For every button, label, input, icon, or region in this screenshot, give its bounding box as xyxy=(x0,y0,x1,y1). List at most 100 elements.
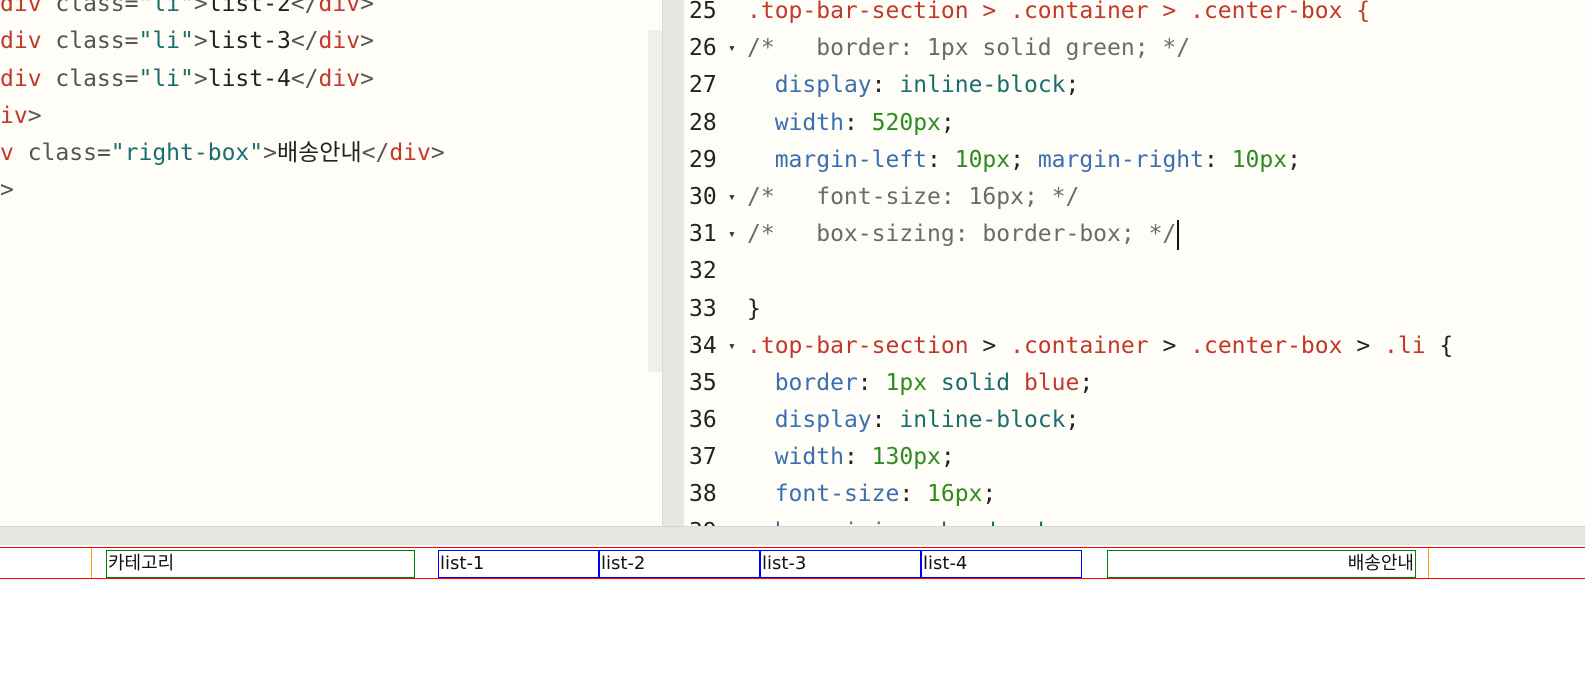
code-token: ; xyxy=(1065,407,1080,434)
line-number: 30 xyxy=(689,183,717,210)
code-token: } xyxy=(747,295,761,322)
code-token: </ xyxy=(290,65,319,92)
line-number: 28 xyxy=(689,109,717,136)
code-token: 10px xyxy=(954,146,1011,173)
html-code-line[interactable]: div class="li">list-4</div> xyxy=(0,61,445,98)
code-token: list-2 xyxy=(207,0,291,17)
line-number: 35 xyxy=(689,369,717,396)
code-token: : xyxy=(1204,146,1232,173)
code-token: .center-box xyxy=(1190,332,1343,359)
line-number: 33 xyxy=(689,295,717,322)
code-token: solid xyxy=(927,369,1024,396)
code-token: div xyxy=(0,0,42,17)
code-token: : xyxy=(927,146,955,173)
code-text: box-sizing: border-box; xyxy=(747,514,1094,526)
code-token: /* font-size: 16px; */ xyxy=(747,183,1080,210)
line-number: 31 xyxy=(689,221,717,248)
code-text: font-size: 16px; xyxy=(747,476,997,513)
fold-toggle-icon[interactable]: ▾ xyxy=(728,328,742,365)
code-text: margin-left: 10px; margin-right: 10px; xyxy=(747,142,1301,179)
html-code-line[interactable]: > xyxy=(0,172,445,209)
code-token: > xyxy=(263,140,277,167)
vertical-pane-splitter[interactable] xyxy=(662,0,684,526)
line-number: 27 xyxy=(689,72,717,99)
code-token: .li xyxy=(1384,332,1426,359)
horizontal-pane-splitter[interactable] xyxy=(0,526,1585,545)
code-token: div xyxy=(0,65,42,92)
code-token: display xyxy=(774,407,872,434)
code-token: ; xyxy=(1079,519,1093,526)
code-token: : xyxy=(871,407,900,434)
code-token: ; xyxy=(1010,146,1038,173)
code-text: width: 130px; xyxy=(747,439,955,476)
code-token: class= xyxy=(41,0,139,17)
code-token: ; xyxy=(940,444,955,471)
code-token: class= xyxy=(13,140,111,167)
code-token: > xyxy=(27,102,42,129)
code-token: 배송안내 xyxy=(276,140,362,167)
code-playground: div class="li">list-2</div> div class="li… xyxy=(0,0,1585,677)
line-number: 26 xyxy=(689,35,717,62)
code-token: margin-left xyxy=(774,146,928,173)
fold-toggle-icon[interactable]: ▾ xyxy=(728,216,742,253)
code-token: /* box-sizing: border-box; */ xyxy=(747,221,1177,248)
code-token: iv xyxy=(0,102,28,129)
code-token: margin-right xyxy=(1037,146,1204,173)
code-token: > xyxy=(1148,332,1191,359)
code-text: display: inline-block; xyxy=(747,67,1080,104)
line-number: 32 xyxy=(689,258,717,285)
code-token: > xyxy=(360,0,374,17)
code-token: class= xyxy=(41,65,139,92)
html-editor-scrollbar[interactable] xyxy=(648,30,662,372)
code-token: font-size xyxy=(774,481,900,508)
container: 카테고리 list-1 list-2 list-3 list-4 배송안내 xyxy=(91,548,1429,578)
fold-toggle-icon[interactable]: ▾ xyxy=(728,179,742,216)
line-number: 38 xyxy=(689,481,717,508)
code-token: 16px xyxy=(927,481,983,508)
code-token: .top-bar-section xyxy=(747,332,969,359)
html-code-line[interactable]: v class="right-box">배송안내</div> xyxy=(0,135,445,172)
code-token: : xyxy=(857,369,886,396)
line-number: 34 xyxy=(689,332,717,359)
html-editor-pane[interactable]: div class="li">list-2</div> div class="li… xyxy=(0,0,662,526)
list-item: list-3 xyxy=(760,550,921,578)
code-text: /* box-sizing: border-box; */ xyxy=(747,216,1180,253)
code-text: /* font-size: 16px; */ xyxy=(747,179,1079,216)
code-token: > xyxy=(193,0,208,17)
html-code-line[interactable]: iv> xyxy=(0,98,445,135)
code-token: : xyxy=(899,481,928,508)
code-text: /* border: 1px solid green; */ xyxy=(747,30,1190,67)
code-token: ; xyxy=(1079,369,1094,396)
code-text: .top-bar-section > .container > .center-… xyxy=(747,0,1370,30)
code-token: border xyxy=(774,369,858,396)
line-number: 37 xyxy=(689,444,717,471)
code-token: : xyxy=(913,519,941,526)
code-token: /* border: 1px solid green; */ xyxy=(747,35,1191,62)
code-token: : xyxy=(871,72,900,99)
html-code-lines[interactable]: div class="li">list-2</div> div class="li… xyxy=(0,0,445,210)
code-token: list-4 xyxy=(207,65,291,92)
code-token: class= xyxy=(41,28,139,55)
code-token: .container xyxy=(1010,332,1149,359)
code-token: v xyxy=(0,140,14,167)
code-token: 130px xyxy=(871,444,941,471)
fold-toggle-icon[interactable]: ▾ xyxy=(728,30,742,67)
code-text: .top-bar-section > .container > .center-… xyxy=(747,328,1453,365)
code-token: ; xyxy=(982,481,997,508)
code-token: display xyxy=(774,72,872,99)
left-box: 카테고리 xyxy=(106,550,415,578)
css-editor-pane[interactable]: 25 .top-bar-section > .container > .cente… xyxy=(684,0,1585,526)
code-token: </ xyxy=(290,28,319,55)
code-token: </ xyxy=(290,0,319,17)
list-item: list-2 xyxy=(599,550,760,578)
html-code-line[interactable]: div class="li">list-2</div> xyxy=(0,0,445,23)
html-code-line[interactable]: div class="li">list-3</div> xyxy=(0,23,445,60)
code-token: : xyxy=(843,109,872,136)
top-bar-section: 카테고리 list-1 list-2 list-3 list-4 배송안내 xyxy=(0,547,1585,579)
